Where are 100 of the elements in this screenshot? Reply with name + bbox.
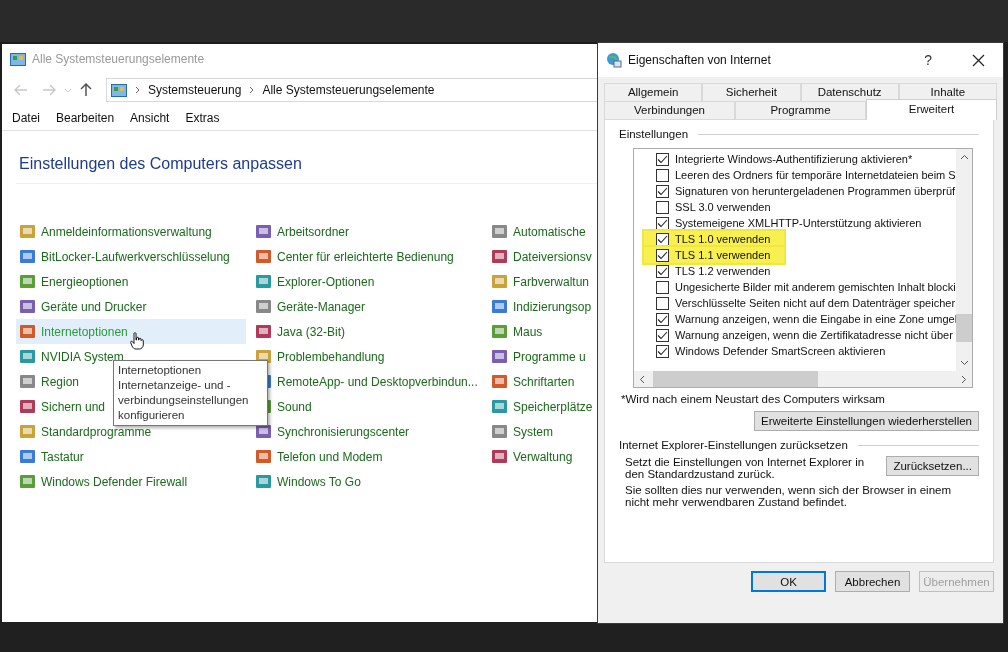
- control-panel-item[interactable]: Region: [16, 369, 83, 394]
- checkbox[interactable]: [656, 296, 669, 310]
- setting-label: Verschlüsselte Seiten nicht auf dem Datenträger speicher: [675, 297, 956, 309]
- checkbox[interactable]: [656, 216, 669, 230]
- tile-icon: [19, 372, 37, 391]
- setting-label: TLS 1.2 verwenden: [675, 265, 771, 277]
- control-panel-item[interactable]: BitLocker-Laufwerkverschlüsselung: [16, 244, 233, 269]
- tile-icon: [19, 272, 37, 291]
- checkbox[interactable]: [656, 312, 669, 326]
- control-panel-item[interactable]: Automatische: [488, 219, 589, 244]
- up-arrow-icon[interactable]: [80, 83, 92, 97]
- setting-label: TLS 1.0 verwenden: [675, 233, 771, 245]
- control-panel-item[interactable]: Dateiversionsv: [488, 244, 595, 269]
- window-title: Alle Systemsteuerungselemente: [32, 52, 205, 66]
- tile-icon: [19, 422, 37, 441]
- tile-icon: [19, 447, 37, 466]
- checkbox[interactable]: [656, 152, 669, 166]
- menu-item[interactable]: Datei: [12, 111, 40, 125]
- checkbox[interactable]: [656, 280, 669, 294]
- help-button[interactable]: ?: [924, 52, 932, 68]
- tile-icon: [255, 322, 273, 341]
- control-panel-item[interactable]: System: [488, 419, 556, 444]
- tab[interactable]: Allgemein: [604, 83, 703, 101]
- control-panel-item[interactable]: Indizierungsop: [488, 294, 595, 319]
- group-label: Einstellungen: [619, 128, 689, 140]
- horizontal-scrollbar[interactable]: [634, 371, 972, 387]
- menu-item[interactable]: Ansicht: [130, 111, 170, 125]
- tile-icon: [19, 322, 37, 341]
- tile-icon: [491, 297, 509, 316]
- scroll-right-icon[interactable]: [961, 374, 967, 384]
- control-panel-item[interactable]: Java (32-Bit): [252, 319, 349, 344]
- tile-icon: [491, 447, 509, 466]
- breadcrumb-item[interactable]: Systemsteuerung: [148, 83, 242, 97]
- checkbox[interactable]: [656, 200, 669, 214]
- menu-item[interactable]: Bearbeiten: [56, 111, 115, 125]
- tab[interactable]: Datenschutz: [800, 83, 899, 101]
- control-panel-item[interactable]: Farbverwaltun: [488, 269, 593, 294]
- checkbox[interactable]: [656, 232, 669, 246]
- setting-label: Warnung anzeigen, wenn die Eingabe in eine Zone umgel: [675, 313, 958, 325]
- checkbox[interactable]: [656, 344, 669, 358]
- menu-item[interactable]: Extras: [185, 111, 220, 125]
- footnote: *Wird nach einem Neustart des Computers wirksam: [621, 393, 886, 405]
- dialog-button[interactable]: Abbrechen: [835, 571, 910, 592]
- breadcrumb-item[interactable]: Alle Systemsteuerungselemente: [262, 83, 435, 97]
- tab[interactable]: Sicherheit: [702, 83, 801, 101]
- checkbox[interactable]: [656, 328, 669, 342]
- scroll-down-icon[interactable]: [959, 360, 969, 366]
- control-panel-item[interactable]: Windows Defender Firewall: [16, 469, 191, 494]
- tab[interactable]: Verbindungen: [604, 101, 735, 119]
- control-panel-item[interactable]: Anmeldeinformationsverwaltung: [16, 219, 215, 244]
- control-panel-icon: [10, 52, 26, 66]
- control-panel-item[interactable]: Windows To Go: [252, 469, 364, 494]
- checkbox[interactable]: [656, 248, 669, 262]
- control-panel-item[interactable]: Speicherplätze: [488, 394, 596, 419]
- chevron-icon: [135, 86, 140, 94]
- dialog-button[interactable]: OK: [751, 571, 826, 592]
- tab[interactable]: Erweitert: [866, 99, 997, 120]
- setting-label: Windows Defender SmartScreen aktivieren: [675, 345, 886, 357]
- reset-button[interactable]: Zurücksetzen...: [886, 456, 979, 476]
- group-label: Internet Explorer-Einstellungen zurücksetzen: [619, 439, 848, 451]
- scroll-left-icon[interactable]: [639, 374, 645, 384]
- tile-icon: [19, 297, 37, 316]
- control-panel-item[interactable]: Maus: [488, 319, 546, 344]
- setting-label: Leeren des Ordners für temporäre Internetdateien beim S: [675, 169, 956, 181]
- control-panel-item[interactable]: Schriftarten: [488, 369, 578, 394]
- setting-label: Warnung anzeigen, wenn die Zertifikatadresse nicht über: [675, 329, 953, 341]
- tile-icon: [491, 272, 509, 291]
- control-panel-item[interactable]: Tastatur: [16, 444, 87, 469]
- checkbox[interactable]: [656, 184, 669, 198]
- restore-button[interactable]: Erweiterte Einstellungen wiederherstellen: [754, 411, 979, 431]
- control-panel-item[interactable]: Programme u: [488, 344, 589, 369]
- setting-label: Signaturen von heruntergeladenen Programmen überprüf: [675, 185, 956, 197]
- setting-label: Systemeigene XMLHTTP-Unterstützung aktivieren: [675, 217, 922, 229]
- control-panel-item[interactable]: Telefon und Modem: [252, 444, 386, 469]
- tile-icon: [19, 247, 37, 266]
- tile-icon: [255, 472, 273, 491]
- tab[interactable]: Programme: [735, 101, 866, 119]
- scroll-thumb[interactable]: [653, 371, 818, 387]
- hand-cursor-icon: [130, 332, 144, 350]
- reset-warning: Sie sollten dies nur verwenden, wenn sich der Browser in einem nicht mehr verwendbaren Zustand befindet.: [624, 484, 952, 508]
- control-panel-item[interactable]: Sichern und: [16, 394, 109, 419]
- scroll-up-icon[interactable]: [959, 154, 969, 160]
- setting-label: SSL 3.0 verwenden: [675, 201, 771, 213]
- checkbox[interactable]: [656, 168, 669, 182]
- close-icon[interactable]: [972, 53, 985, 67]
- control-panel-item[interactable]: Center für erleichterte Bedienung: [252, 244, 457, 269]
- control-panel-item[interactable]: Geräte-Manager: [252, 294, 369, 319]
- address-bar[interactable]: Systemsteuerung Alle Systemsteuerungselemente: [106, 78, 597, 102]
- setting-label: Ungesicherte Bilder mit anderem gemischten Inhalt blocki: [675, 281, 956, 293]
- tile-icon: [255, 297, 273, 316]
- control-panel-item[interactable]: Verwaltung: [488, 444, 576, 469]
- control-panel-item[interactable]: Arbeitsordner: [252, 219, 353, 244]
- scroll-thumb[interactable]: [956, 313, 972, 342]
- control-panel-item[interactable]: Energieoptionen: [16, 269, 132, 294]
- tile-icon: [255, 222, 273, 241]
- tile-icon: [491, 347, 509, 366]
- vertical-scrollbar[interactable]: [956, 149, 972, 371]
- control-panel-item[interactable]: Geräte und Drucker: [16, 294, 150, 319]
- tile-icon: [19, 347, 37, 366]
- control-panel-item[interactable]: Explorer-Optionen: [252, 269, 378, 294]
